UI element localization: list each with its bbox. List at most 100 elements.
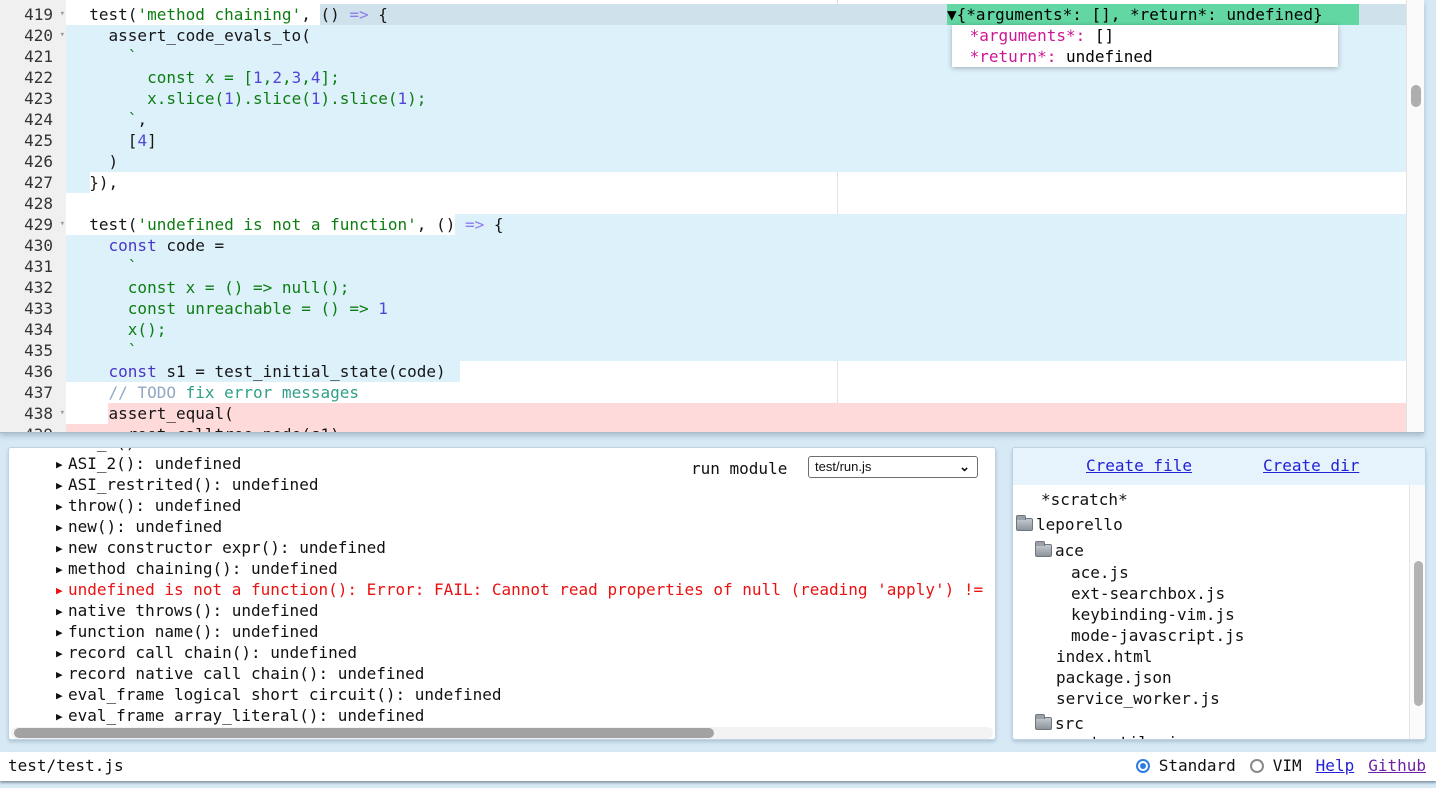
file-name[interactable]: leporello [1036,515,1123,534]
code-line-425[interactable]: [4] [70,130,157,151]
editor-scrollbar-thumb[interactable] [1411,85,1421,107]
inspector-value-header[interactable]: ▼{*arguments*: [], *return*: undefined} [947,4,1359,25]
file-tree-item[interactable]: keybinding-vim.js [1071,604,1235,625]
file-tree-item[interactable]: index.html [1056,646,1152,667]
code-editor[interactable]: test('method chaining', () => { assert_c… [0,0,1424,433]
calltree-row[interactable]: ▶record native call chain(): undefined [9,663,995,684]
calltree-row[interactable]: ▶new(): undefined [9,516,995,537]
radio-standard[interactable] [1136,759,1150,773]
code-line-439[interactable]: root_calltree_node(s1) [70,424,340,433]
run-module-select[interactable]: test/run.js ⌄ [808,456,978,478]
code-line-429[interactable]: test('undefined is not a function', () =… [70,214,504,235]
calltree-row-label[interactable]: ASI_restrited(): undefined [68,474,318,495]
code-line-431[interactable]: ` [70,256,137,277]
file-tree-item[interactable]: leporello [1016,514,1123,535]
file-tree-item[interactable]: ext-searchbox.js [1071,583,1225,604]
expand-triangle-icon[interactable]: ▶ [56,580,63,601]
expand-triangle-icon[interactable]: ▶ [56,538,63,559]
editor-scrollbar[interactable] [1406,0,1424,433]
code-line-419[interactable]: test('method chaining', () => { [70,4,388,25]
calltree-row-label[interactable]: eval_frame array_literal(): undefined [68,705,424,726]
code-line-430[interactable]: const code = [70,235,224,256]
file-name[interactable]: src [1055,714,1084,733]
expand-triangle-icon[interactable]: ▶ [56,496,63,517]
file-tree-item[interactable]: ace [1035,540,1084,561]
code-line-432[interactable]: const x = () => null(); [70,277,349,298]
file-tree-item[interactable]: mode-javascript.js [1071,625,1244,646]
expand-triangle-icon[interactable]: ▶ [56,643,63,664]
code-line-422[interactable]: const x = [1,2,3,4]; [70,67,340,88]
file-name[interactable]: keybinding-vim.js [1071,605,1235,624]
fold-triangle-icon[interactable]: ▾ [60,25,65,46]
calltree-row-label[interactable]: native throws(): undefined [68,600,318,621]
create-dir-link[interactable]: Create dir [1263,456,1359,475]
expand-triangle-icon[interactable]: ▶ [56,622,63,643]
fold-triangle-icon[interactable]: ▾ [60,403,65,424]
calltree-row-label[interactable]: throw(): undefined [68,495,241,516]
expand-triangle-icon[interactable]: ▶ [56,601,63,622]
create-file-link[interactable]: Create file [1086,456,1192,475]
file-tree-item[interactable]: *scratch* [1041,489,1128,510]
code-line-437[interactable]: // TODO fix error messages [70,382,359,403]
fold-triangle-icon[interactable]: ▾ [60,4,65,25]
file-name[interactable]: ace [1055,541,1084,560]
code-line-435[interactable]: ` [70,340,137,361]
file-name[interactable]: *scratch* [1041,490,1128,509]
file-tree-item[interactable]: ace.js [1071,562,1129,583]
calltree-hscrollbar-thumb[interactable] [14,728,714,738]
calltree-row-label[interactable]: method chaining(): undefined [68,558,338,579]
file-tree-item[interactable]: service_worker.js [1056,688,1220,709]
calltree-row[interactable]: ▶new constructor expr(): undefined [9,537,995,558]
expand-triangle-icon[interactable]: ▶ [56,559,63,580]
file-tree-item[interactable]: package.json [1056,667,1172,688]
calltree-row-label[interactable]: function name(): undefined [68,621,318,642]
calltree-row[interactable]: ▶eval_frame logical short circuit(): und… [9,684,995,705]
calltree-hscrollbar[interactable] [11,727,993,739]
expand-triangle-icon[interactable]: ▶ [56,685,63,706]
calltree-row-label[interactable]: eval_frame logical short circuit(): unde… [68,684,501,705]
file-tree-item[interactable]: ast_utils.js [1071,732,1187,740]
code-line-421[interactable]: ` [70,46,137,67]
calltree-row[interactable]: ▶method chaining(): undefined [9,558,995,579]
calltree-row[interactable]: ▶function name(): undefined [9,621,995,642]
file-tree-item[interactable]: src [1035,713,1084,734]
calltree-row[interactable]: ▶native throws(): undefined [9,600,995,621]
code-line-434[interactable]: x(); [70,319,166,340]
file-name[interactable]: ext-searchbox.js [1071,584,1225,603]
calltree-row-label[interactable]: new(): undefined [68,516,222,537]
file-name[interactable]: ast_utils.js [1071,733,1187,740]
calltree-row-label[interactable]: ASI_2(): undefined [68,453,241,474]
calltree-row-label[interactable]: new constructor expr(): undefined [68,537,386,558]
file-name[interactable]: index.html [1056,647,1152,666]
radio-standard-label[interactable]: Standard [1159,756,1236,775]
code-line-426[interactable]: ) [70,151,118,172]
fold-triangle-icon[interactable]: ▾ [60,214,65,235]
calltree-row[interactable]: ▶eval_frame array_literal(): undefined [9,705,995,726]
file-name[interactable]: ace.js [1071,563,1129,582]
code-line-427[interactable]: }), [70,172,118,193]
file-tree-scrollbar-thumb[interactable] [1414,561,1423,706]
file-name[interactable]: mode-javascript.js [1071,626,1244,645]
help-link[interactable]: Help [1316,756,1355,775]
calltree-row[interactable]: ▶throw(): undefined [9,495,995,516]
file-tree-scrollbar[interactable] [1409,485,1426,740]
calltree-row-label[interactable]: record call chain(): undefined [68,642,357,663]
code-line-438[interactable]: assert_equal( [70,403,234,424]
expand-triangle-icon[interactable]: ▶ [56,454,63,475]
calltree-row[interactable]: ▶record call chain(): undefined [9,642,995,663]
radio-vim-label[interactable]: VIM [1273,756,1302,775]
expand-triangle-icon[interactable]: ▶ [56,706,63,727]
code-line-433[interactable]: const unreachable = () => 1 [70,298,388,319]
expand-triangle-icon[interactable]: ▶ [56,664,63,685]
calltree-row-label[interactable]: undefined is not a function(): Error: FA… [68,579,983,600]
calltree-row-label[interactable]: record native call chain(): undefined [68,663,424,684]
file-name[interactable]: service_worker.js [1056,689,1220,708]
code-line-424[interactable]: `, [70,109,147,130]
github-link[interactable]: Github [1368,756,1426,775]
radio-vim[interactable] [1250,759,1264,773]
expand-triangle-icon[interactable]: ▶ [56,517,63,538]
expand-triangle-icon[interactable]: ▶ [56,475,63,496]
file-name[interactable]: package.json [1056,668,1172,687]
calltree-row[interactable]: ▶undefined is not a function(): Error: F… [9,579,995,600]
code-line-423[interactable]: x.slice(1).slice(1).slice(1); [70,88,426,109]
